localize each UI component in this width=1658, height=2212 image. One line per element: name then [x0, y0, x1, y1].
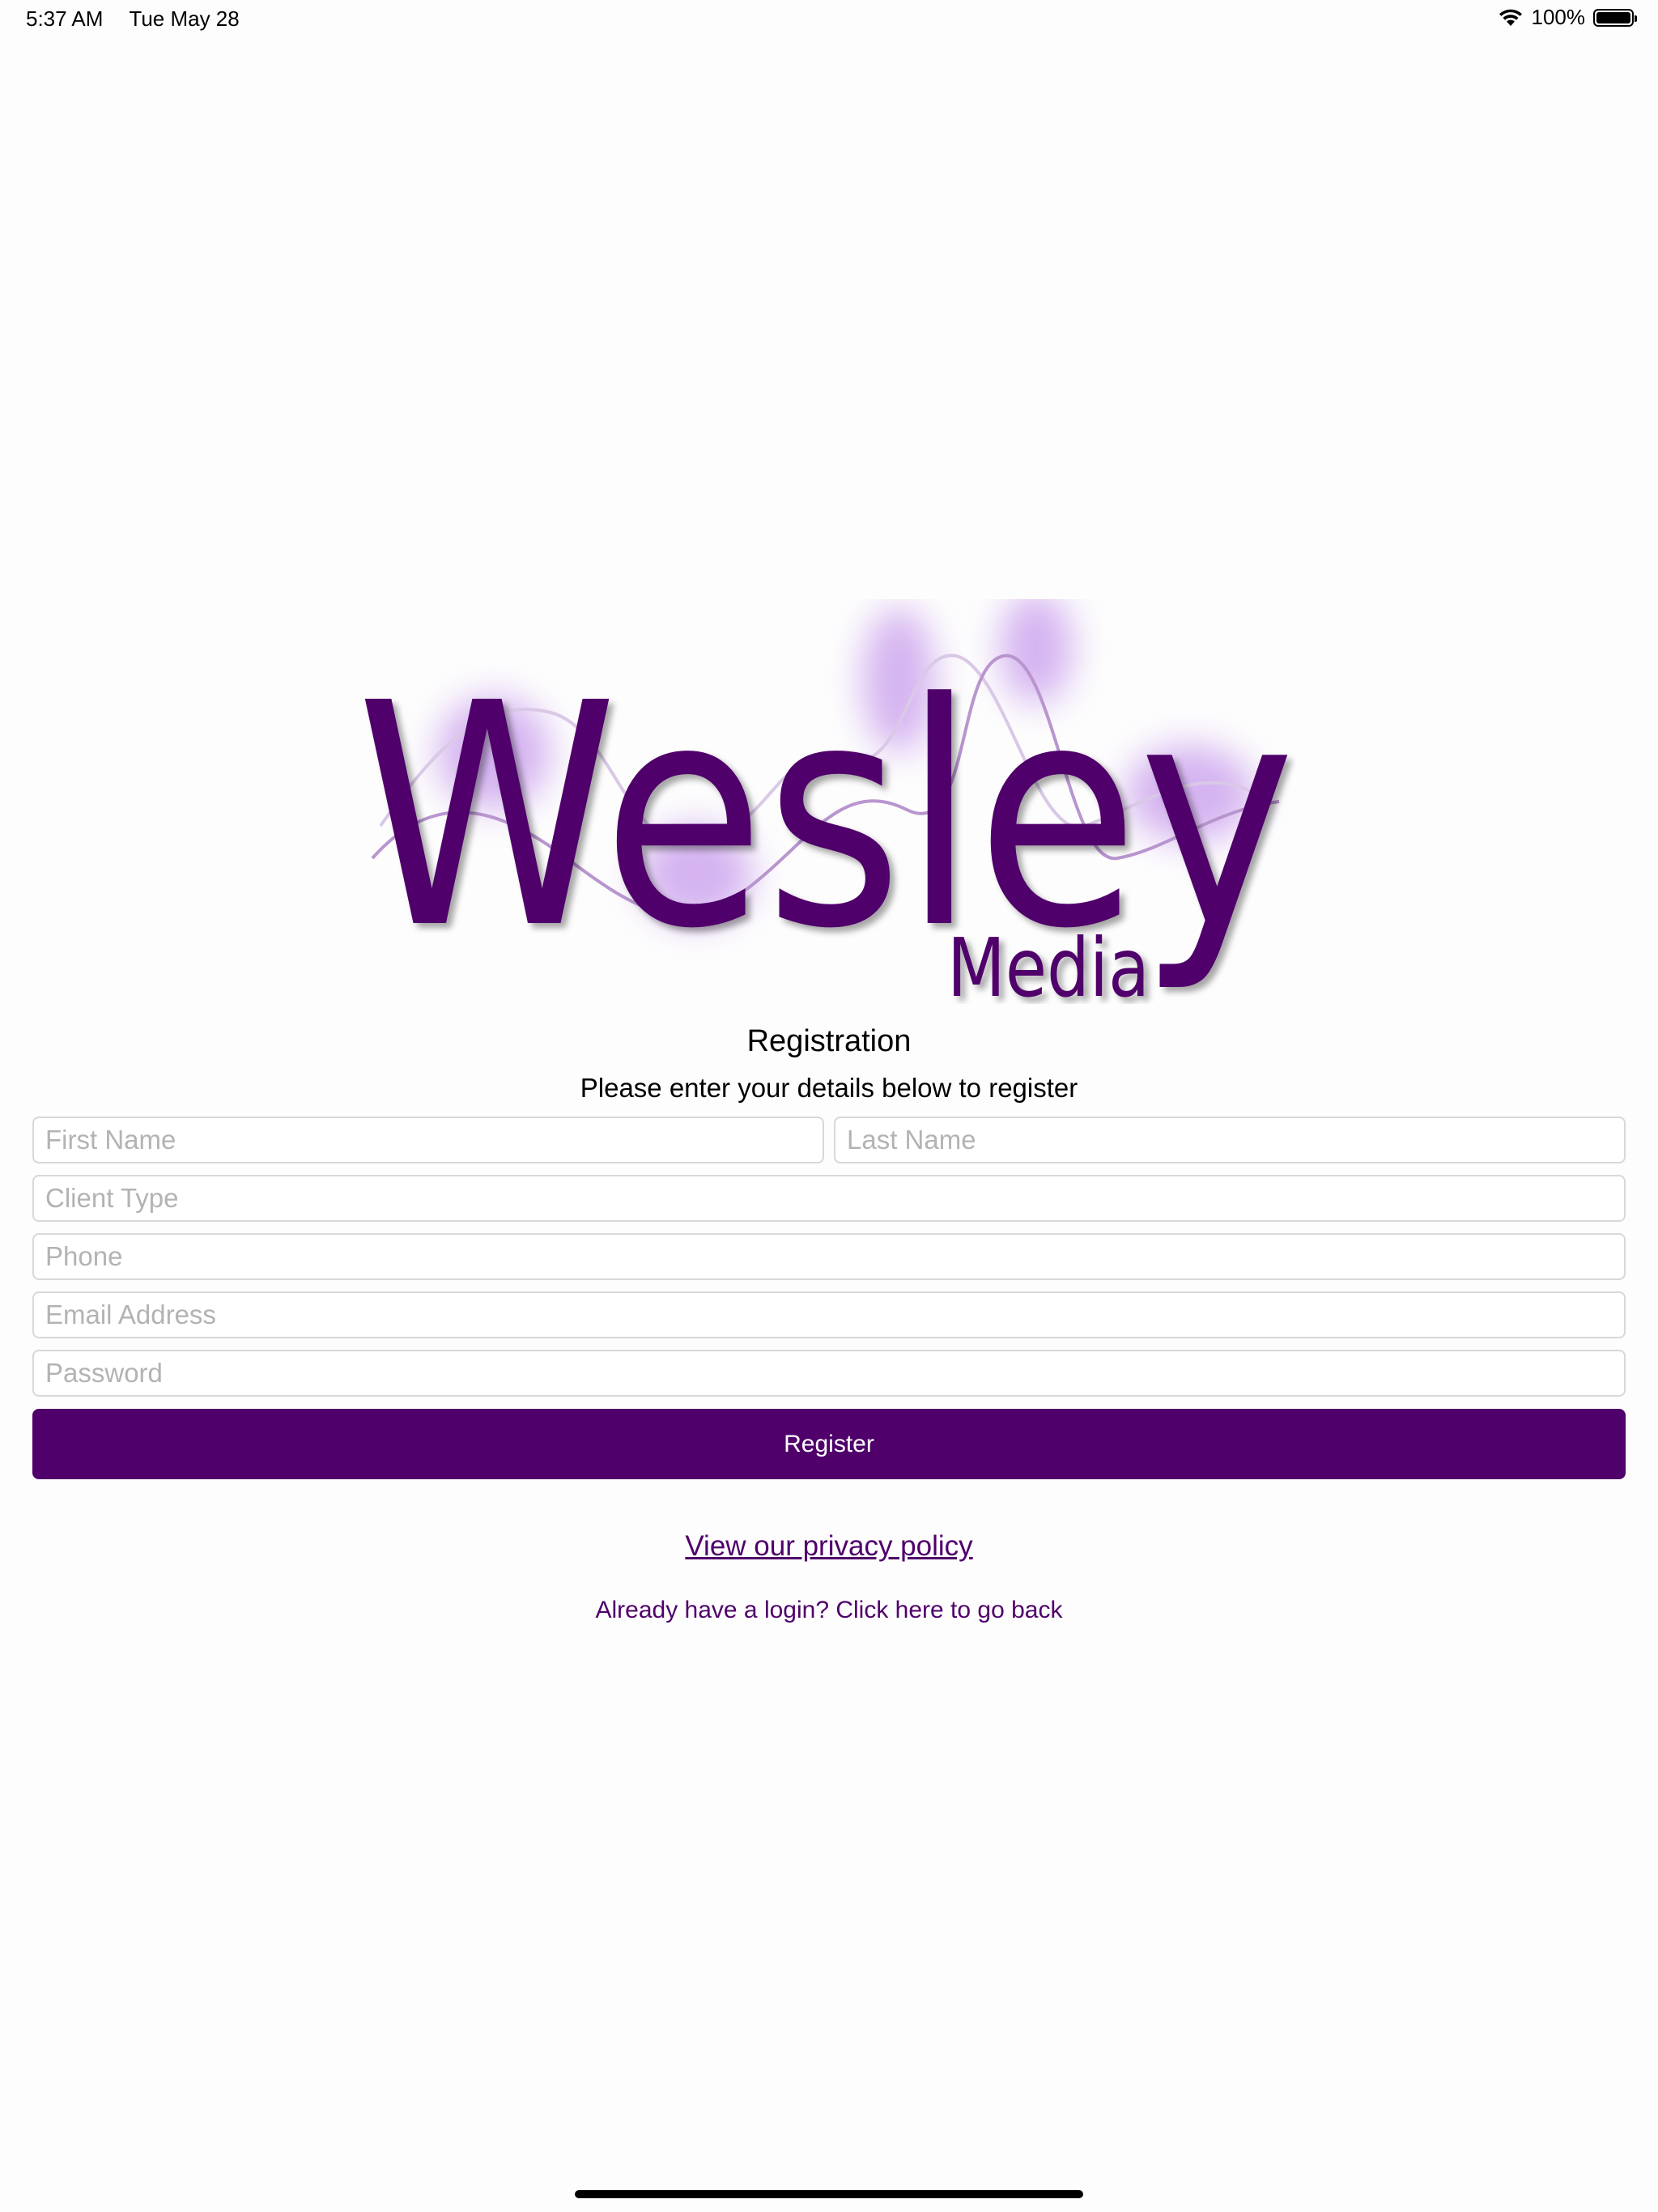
back-to-login-link[interactable]: Already have a login? Click here to go b… [0, 1597, 1658, 1624]
battery-level [1596, 11, 1630, 23]
status-time: 5:37 AM Tue May 28 [26, 6, 240, 32]
client-type-input[interactable] [32, 1175, 1626, 1222]
logo-subtext: Media [947, 921, 1150, 1004]
registration-title: Registration [746, 1024, 912, 1058]
status-clock: 5:37 AM [26, 6, 104, 31]
registration-subtitle: Please enter your details below to regis… [580, 1073, 1078, 1103]
status-bar: 5:37 AM Tue May 28 100% [0, 0, 1658, 39]
battery-percent: 100% [1531, 5, 1586, 29]
privacy-policy-link[interactable]: View our privacy policy [0, 1530, 1658, 1563]
status-date: Tue May 28 [129, 6, 240, 31]
battery-icon [1593, 8, 1637, 27]
email-input[interactable] [32, 1291, 1626, 1338]
password-input[interactable] [32, 1350, 1626, 1397]
last-name-input[interactable] [834, 1117, 1626, 1163]
first-name-input[interactable] [32, 1117, 824, 1163]
status-indicators: 100% [1498, 5, 1637, 30]
logo-wordmark: Wesley [356, 637, 1295, 996]
register-button[interactable]: Register [32, 1409, 1626, 1479]
wifi-icon [1499, 9, 1522, 26]
wesley-media-logo: Wesley Media [356, 599, 1295, 1004]
phone-input[interactable] [32, 1233, 1626, 1280]
home-indicator[interactable] [575, 2190, 1083, 2198]
